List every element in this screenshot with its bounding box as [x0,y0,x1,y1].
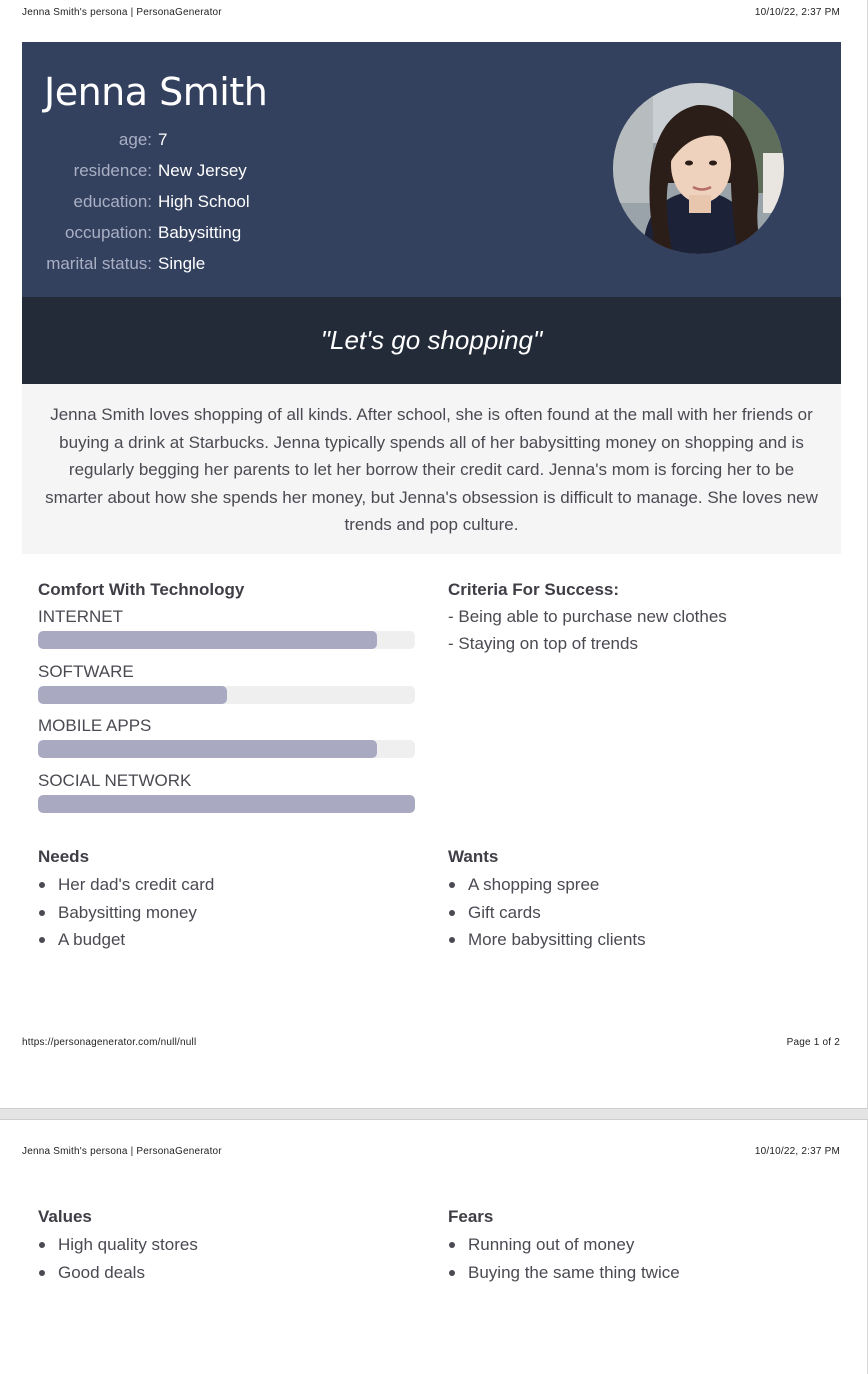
fact-education: education: High School [22,186,250,217]
list-item: A budget [38,926,214,954]
values-title: Values [38,1207,92,1226]
comfort-label-social-network: SOCIAL NETWORK [38,771,192,790]
comfort-title: Comfort With Technology [38,580,245,599]
persona-banner: Jenna Smith age: 7 residence: New Jersey… [22,42,841,297]
page-separator [0,1108,868,1120]
fact-label: occupation: [65,222,152,242]
persona-name: Jenna Smith [44,70,268,114]
footer-url: https://personagenerator.com/null/null [22,1037,197,1048]
comfort-bar-social-network [38,795,415,813]
fact-label: age: [118,129,152,149]
print-header-datetime: 10/10/22, 2:37 PM [754,7,840,18]
persona-bio: Jenna Smith loves shopping of all kinds.… [22,384,841,554]
comfort-bar-software [38,686,415,704]
comfort-bar-fill [38,686,227,704]
comfort-label-mobile-apps: MOBILE APPS [38,716,152,735]
list-item: Buying the same thing twice [448,1259,680,1287]
wants-list: A shopping spree Gift cards More babysit… [448,871,646,954]
needs-list: Her dad's credit card Babysitting money … [38,871,214,954]
criteria-title: Criteria For Success: [448,580,620,599]
avatar [613,83,784,254]
criteria-item: - Being able to purchase new clothes [448,607,727,626]
fact-marital-status: marital status: Single [22,248,250,279]
fact-value: New Jersey [158,160,247,180]
print-header-datetime: 10/10/22, 2:37 PM [754,1146,840,1157]
fact-value: High School [158,191,250,211]
list-item: Gift cards [448,899,646,927]
list-item: More babysitting clients [448,926,646,954]
fact-label: residence: [73,160,152,180]
comfort-bar-fill [38,631,378,649]
page-2: Jenna Smith's persona | PersonaGenerator… [0,1120,868,1374]
comfort-bar-fill [38,740,378,758]
avatar-photo [613,83,784,254]
persona-facts: age: 7 residence: New Jersey education: … [22,124,250,279]
fears-title: Fears [448,1207,494,1226]
fact-value: 7 [158,129,168,149]
fact-value: Single [158,253,206,273]
comfort-label-internet: INTERNET [38,607,123,626]
criteria-item: - Staying on top of trends [448,634,638,653]
list-item: Babysitting money [38,899,214,927]
print-header-title: Jenna Smith's persona | PersonaGenerator [22,7,222,18]
list-item: High quality stores [38,1231,198,1259]
fears-list: Running out of money Buying the same thi… [448,1231,680,1286]
list-item: A shopping spree [448,871,646,899]
list-item: Good deals [38,1259,198,1287]
fact-label: education: [73,191,152,211]
wants-title: Wants [448,847,499,866]
footer-page-number: Page 1 of 2 [786,1037,840,1048]
needs-title: Needs [38,847,90,866]
fact-label: marital status: [46,253,152,273]
comfort-bar-mobile-apps [38,740,415,758]
list-item: Her dad's credit card [38,871,214,899]
fact-age: age: 7 [22,124,250,155]
fact-occupation: occupation: Babysitting [22,217,250,248]
fact-value: Babysitting [158,222,242,242]
page-1: Jenna Smith's persona | PersonaGenerator… [0,0,868,1108]
comfort-bar-internet [38,631,415,649]
values-list: High quality stores Good deals [38,1231,198,1286]
comfort-bar-fill [38,795,415,813]
comfort-label-software: SOFTWARE [38,662,134,681]
persona-quote: "Let's go shopping" [22,297,841,384]
fact-residence: residence: New Jersey [22,155,250,186]
list-item: Running out of money [448,1231,680,1259]
print-header-title: Jenna Smith's persona | PersonaGenerator [22,1146,222,1157]
